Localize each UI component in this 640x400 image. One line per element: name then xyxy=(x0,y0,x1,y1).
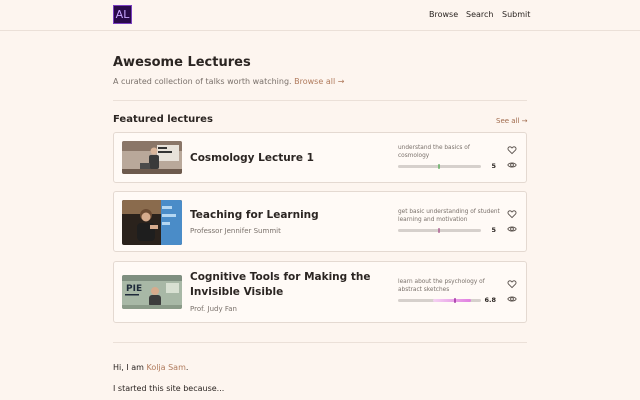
lecture-card[interactable]: Teaching for Learning Professor Jennifer… xyxy=(113,191,527,252)
lecture-score: 6.8 xyxy=(484,296,496,304)
featured-section-title: Featured lectures xyxy=(113,114,213,125)
rating-marker xyxy=(438,164,440,169)
rating-bar xyxy=(398,228,481,233)
lecture-goal: learn about the psychology of abstract s… xyxy=(398,279,485,293)
page-subtitle: A curated collection of talks worth watc… xyxy=(113,77,344,86)
lecture-title[interactable]: Teaching for Learning xyxy=(190,208,390,223)
heart-icon[interactable] xyxy=(507,145,517,155)
intro-greeting: Hi, I am Kolja Sam. xyxy=(113,363,188,372)
nav-search-link[interactable]: Search xyxy=(466,10,493,19)
eye-icon[interactable] xyxy=(507,224,517,234)
greeting-suffix: . xyxy=(185,363,189,372)
browse-all-link[interactable]: Browse all → xyxy=(294,77,344,86)
lecture-title[interactable]: Cognitive Tools for Making the Invisible… xyxy=(190,270,390,300)
subtitle-text: A curated collection of talks worth watc… xyxy=(113,77,292,86)
lecture-score: 5 xyxy=(491,226,496,234)
nav-submit-link[interactable]: Submit xyxy=(502,10,530,19)
top-navigation-bar: AL Browse Search Submit xyxy=(0,0,640,31)
rating-marker xyxy=(438,228,440,233)
greeting-prefix: Hi, I am xyxy=(113,363,147,372)
rating-bar xyxy=(398,298,481,303)
lecture-score: 5 xyxy=(491,162,496,170)
lecture-goal: understand the basics of cosmology xyxy=(398,145,470,159)
rating-bar xyxy=(398,164,481,169)
site-logo[interactable]: AL xyxy=(113,5,132,24)
eye-icon[interactable] xyxy=(507,294,517,304)
lecture-card[interactable]: PIE Cognitive Tools for Making the Invis… xyxy=(113,261,527,323)
nav-browse-link[interactable]: Browse xyxy=(429,10,458,19)
see-all-link[interactable]: See all → xyxy=(496,117,528,125)
lecture-thumbnail[interactable]: PIE xyxy=(122,275,182,309)
lecture-title[interactable]: Cosmology Lecture 1 xyxy=(190,151,390,166)
author-name-link[interactable]: Kolja Sam xyxy=(146,363,185,372)
divider xyxy=(113,100,527,101)
lecture-speaker: Prof. Judy Fan xyxy=(190,305,237,313)
svg-text:PIE: PIE xyxy=(126,284,142,294)
heart-icon[interactable] xyxy=(507,279,517,289)
lecture-thumbnail[interactable] xyxy=(122,200,182,245)
rating-fill xyxy=(433,299,471,302)
lecture-goal: get basic understanding of student learn… xyxy=(398,209,500,223)
rating-marker xyxy=(454,298,456,303)
eye-icon[interactable] xyxy=(507,160,517,170)
lecture-card[interactable]: Cosmology Lecture 1 understand the basic… xyxy=(113,132,527,183)
divider xyxy=(113,342,527,343)
intro-reason: I started this site because... xyxy=(113,384,225,393)
heart-icon[interactable] xyxy=(507,209,517,219)
lecture-thumbnail[interactable] xyxy=(122,141,182,174)
lecture-speaker: Professor Jennifer Summit xyxy=(190,227,281,235)
page-title: Awesome Lectures xyxy=(113,55,251,70)
